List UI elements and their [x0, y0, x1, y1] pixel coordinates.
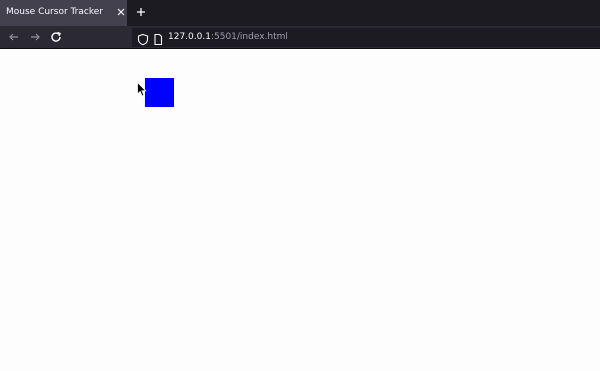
shield-icon[interactable] — [137, 31, 149, 46]
close-icon-glyph — [117, 8, 125, 16]
shield-icon-glyph — [137, 33, 149, 46]
tab-mouse-cursor-tracker[interactable]: Mouse Cursor Tracker — [0, 0, 127, 26]
mouse-pointer-glyph — [137, 81, 147, 97]
page-content — [0, 49, 600, 371]
back-button[interactable] — [6, 29, 22, 45]
page-icon-glyph — [154, 33, 163, 46]
reload-icon — [51, 31, 61, 42]
forward-button[interactable] — [27, 29, 43, 45]
page-icon[interactable] — [153, 31, 163, 46]
close-icon[interactable] — [115, 5, 127, 19]
new-tab-button[interactable] — [133, 4, 149, 20]
url-path: :5501/index.html — [210, 32, 288, 42]
browser-window: Mouse Cursor Tracker 127.0.0.1:5501/inde… — [0, 0, 600, 371]
tracker-box — [145, 78, 174, 107]
arrow-right-icon — [31, 33, 40, 41]
navigation-toolbar: 127.0.0.1:5501/index.html — [0, 26, 600, 49]
url-bar[interactable]: 127.0.0.1:5501/index.html — [132, 28, 600, 47]
url-text[interactable]: 127.0.0.1:5501/index.html — [168, 32, 288, 42]
tab-strip: Mouse Cursor Tracker — [0, 0, 600, 26]
reload-button[interactable] — [48, 29, 64, 45]
tab-title: Mouse Cursor Tracker — [6, 7, 103, 17]
plus-icon — [137, 8, 145, 16]
mouse-pointer-icon — [137, 81, 147, 98]
url-host: 127.0.0.1 — [168, 32, 211, 42]
arrow-left-icon — [9, 33, 18, 41]
